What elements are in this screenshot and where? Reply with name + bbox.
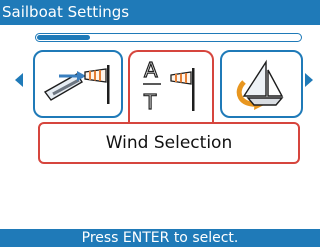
tack-tile[interactable] xyxy=(220,50,303,118)
title-bar: Sailboat Settings xyxy=(0,0,320,25)
page-title: Sailboat Settings xyxy=(2,3,130,21)
selected-item-label-box: Wind Selection xyxy=(38,122,300,164)
sailboat-wind-icon xyxy=(43,65,110,104)
wind-selection-tile[interactable]: A T xyxy=(128,50,214,124)
sailboat-tack-icon xyxy=(236,59,284,110)
scroll-left-arrow-icon[interactable] xyxy=(15,73,23,87)
true-letter: T xyxy=(143,90,157,114)
apparent-letter: A xyxy=(144,58,158,82)
progress-fill xyxy=(37,35,90,40)
progress-bar xyxy=(35,33,302,42)
wind-tracking-tile[interactable] xyxy=(33,50,123,118)
selected-item-label: Wind Selection xyxy=(105,133,233,153)
apparent-true-wind-icon: A T xyxy=(142,57,195,115)
scroll-right-arrow-icon[interactable] xyxy=(305,73,313,87)
footer-hint-bar: Press ENTER to select. xyxy=(0,229,320,247)
footer-hint: Press ENTER to select. xyxy=(81,230,239,246)
